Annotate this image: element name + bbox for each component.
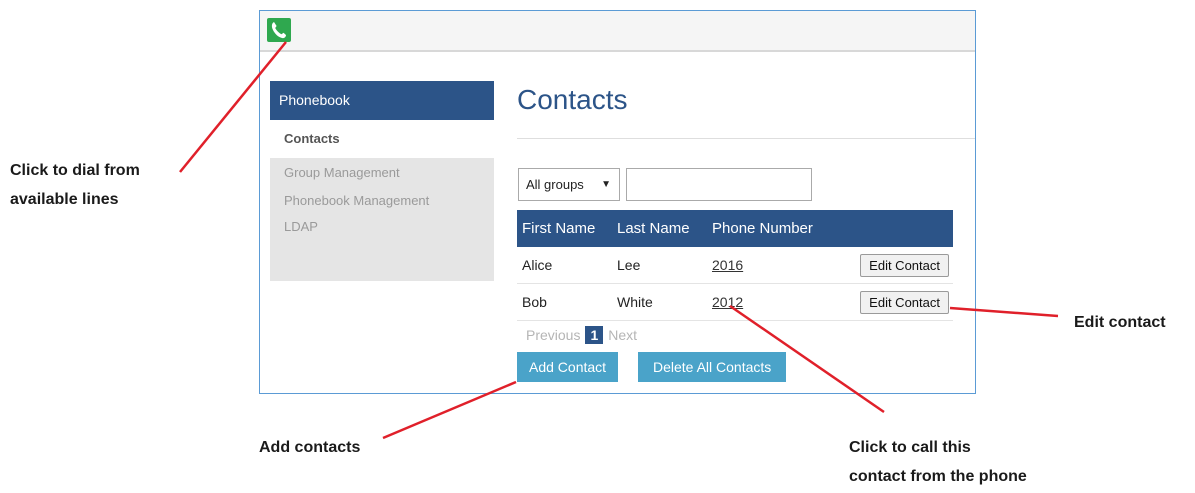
sidebar-item-contacts[interactable]: Contacts: [270, 120, 494, 158]
dropdown-caret-icon: ▼: [601, 179, 611, 190]
cell-phone: 2012: [707, 283, 832, 321]
cell-phone: 2016: [707, 247, 832, 284]
table-row: Alice Lee 2016 Edit Contact: [517, 247, 953, 284]
pagination-next[interactable]: Next: [608, 327, 637, 343]
group-filter-value: All groups: [526, 177, 584, 192]
callout-dial-line1: Click to dial from: [10, 162, 140, 179]
column-header-last-name: Last Name: [612, 210, 707, 247]
callout-call-line1: Click to call this: [849, 439, 971, 456]
group-filter-select[interactable]: All groups ▼: [518, 168, 620, 201]
phone-dial-icon[interactable]: [267, 18, 291, 42]
top-bar: [260, 11, 975, 52]
delete-all-contacts-button[interactable]: Delete All Contacts: [638, 352, 787, 382]
contacts-table: First Name Last Name Phone Number Alice …: [517, 210, 953, 321]
cell-first-name: Alice: [517, 247, 612, 284]
phone-link[interactable]: 2012: [712, 294, 743, 310]
edit-contact-button[interactable]: Edit Contact: [860, 290, 949, 314]
page-title: Contacts: [517, 84, 628, 115]
callout-call: Click to call this contact from the phon…: [849, 433, 1027, 491]
callout-dial: Click to dial from available lines: [10, 156, 140, 214]
cell-action: Edit Contact: [832, 283, 953, 321]
table-header-row: First Name Last Name Phone Number: [517, 210, 953, 247]
callout-dial-line2: available lines: [10, 191, 119, 208]
pagination: Previous 1 Next: [526, 326, 637, 344]
add-contact-button[interactable]: Add Contact: [517, 352, 619, 382]
column-header-first-name: First Name: [517, 210, 612, 247]
column-header-action: [832, 210, 953, 247]
sidebar-item-phonebook-management[interactable]: Phonebook Management: [270, 188, 494, 214]
app-window: Phonebook Contacts Group Management Phon…: [259, 10, 976, 394]
callout-call-line2: contact from the phone: [849, 468, 1027, 485]
sidebar-item-group-management[interactable]: Group Management: [270, 158, 494, 188]
phone-link[interactable]: 2016: [712, 257, 743, 273]
cell-last-name: White: [612, 283, 707, 321]
pagination-current-page[interactable]: 1: [585, 326, 604, 344]
sidebar-item-ldap[interactable]: LDAP: [270, 214, 494, 244]
column-header-phone-number: Phone Number: [707, 210, 832, 247]
table-row: Bob White 2012 Edit Contact: [517, 283, 953, 321]
title-divider: [517, 138, 975, 139]
pagination-previous[interactable]: Previous: [526, 327, 580, 343]
callout-add: Add contacts: [259, 439, 361, 456]
cell-action: Edit Contact: [832, 247, 953, 284]
cell-first-name: Bob: [517, 283, 612, 321]
sidebar-header-phonebook[interactable]: Phonebook: [270, 81, 494, 120]
contact-search-input[interactable]: [626, 168, 812, 201]
edit-contact-button[interactable]: Edit Contact: [860, 253, 949, 277]
callout-edit: Edit contact: [1074, 314, 1166, 331]
cell-last-name: Lee: [612, 247, 707, 284]
sidebar: Phonebook Contacts Group Management Phon…: [270, 81, 494, 281]
